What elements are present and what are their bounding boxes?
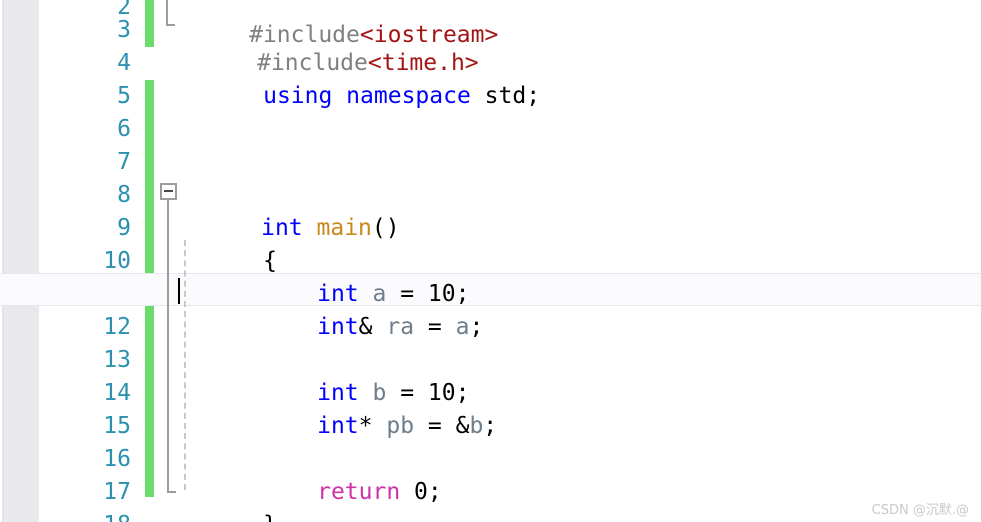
fold-guide-elbow	[167, 491, 176, 493]
token-brace: }	[263, 512, 277, 522]
line-number: 6	[117, 116, 131, 142]
line-number-column: 2 3 4 5 6 7 8 9 10 11 12 13 14 15 16 17 …	[41, 0, 131, 522]
token-semicolon: ;	[427, 479, 442, 505]
token-semicolon: ;	[483, 413, 498, 439]
line-number: 18	[41, 509, 131, 522]
code-surface[interactable]: #include<iostream> #include<time.h> usin…	[0, 0, 981, 522]
token-control-keyword: return	[317, 479, 401, 505]
fold-collapse-button[interactable]	[160, 183, 177, 200]
token-reference-operator: &	[358, 314, 387, 340]
line-number: 17	[103, 479, 131, 505]
token-identifier: b	[469, 413, 484, 439]
line-number: 7	[117, 149, 131, 175]
token-keyword: int	[317, 314, 359, 340]
breakpoint-gutter[interactable]	[2, 0, 39, 522]
line-number: 16	[103, 446, 131, 472]
line-number: 15	[103, 413, 131, 439]
token-keyword: using namespace	[263, 83, 471, 109]
change-bar-segment	[145, 0, 154, 47]
token-semicolon: ;	[469, 314, 484, 340]
line-number: 8	[117, 182, 131, 208]
token-identifier: ra	[386, 314, 415, 340]
fold-guide-line	[167, 200, 169, 493]
token-address-operator: = &	[414, 413, 470, 439]
token-punctuation: ()	[371, 215, 400, 241]
token-keyword: int	[317, 413, 359, 439]
current-line-highlight	[0, 273, 981, 306]
line-number: 5	[117, 83, 131, 109]
token-operator: =	[414, 314, 456, 340]
token-identifier: pb	[386, 413, 415, 439]
token-pointer-operator: *	[358, 413, 387, 439]
code-line[interactable]: }	[180, 476, 277, 522]
code-line[interactable]: using namespace std;	[180, 47, 540, 146]
line-number: 4	[117, 50, 131, 76]
token-function-name: main	[316, 215, 372, 241]
code-editor[interactable]: 2 3 4 5 6 7 8 9 10 11 12 13 14 15 16 17 …	[0, 0, 981, 522]
line-number: 14	[103, 380, 131, 406]
line-number: 3	[117, 17, 131, 43]
token-identifier: a	[455, 314, 470, 340]
line-number: 13	[103, 347, 131, 373]
token-punctuation: std;	[470, 83, 541, 109]
csdn-watermark: CSDN @沉默.@	[871, 503, 969, 518]
line-number: 12	[103, 314, 131, 340]
token-number: 0	[414, 479, 428, 505]
line-number: 9	[117, 215, 131, 241]
